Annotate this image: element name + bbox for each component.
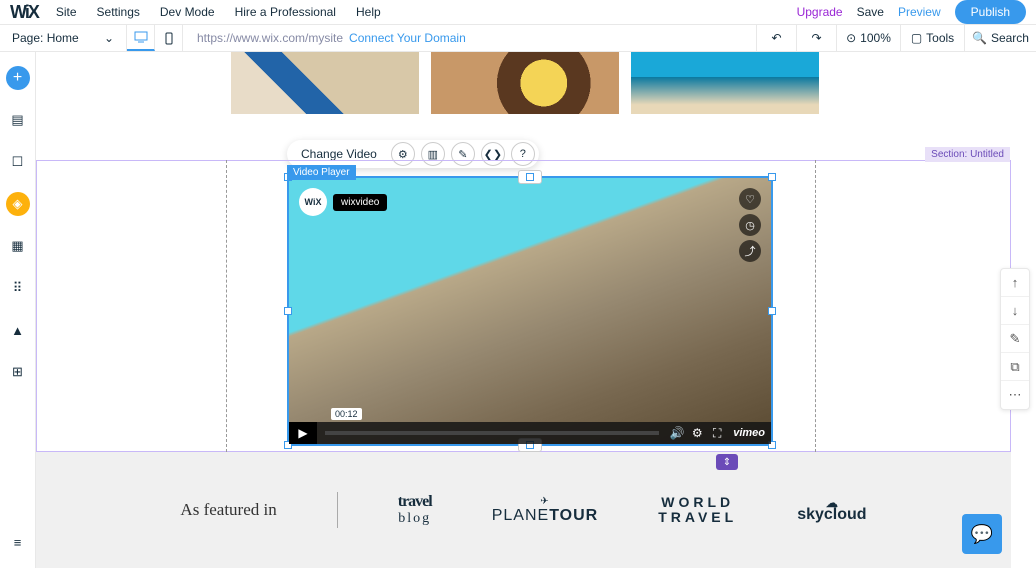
save-button[interactable]: Save <box>857 5 884 19</box>
element-type-label: Video Player <box>287 165 356 180</box>
connect-domain-link[interactable]: Connect Your Domain <box>349 31 466 45</box>
menu-settings[interactable]: Settings <box>87 5 150 19</box>
page-selector[interactable]: Page: Home ⌄ <box>0 25 127 51</box>
wixvideo-badge: wixvideo <box>333 194 387 211</box>
selection-handle[interactable] <box>526 173 534 181</box>
fullscreen-icon[interactable]: ⛶ <box>707 426 727 441</box>
sections-icon[interactable]: ▤ <box>6 108 30 132</box>
like-icon[interactable]: ♡ <box>739 188 761 210</box>
data-icon[interactable]: ⊞ <box>6 360 30 384</box>
apps-icon[interactable]: ▦ <box>6 234 30 258</box>
arrow-down-icon[interactable]: ↓ <box>1001 297 1029 325</box>
brand-logo: ☁skycloud <box>797 496 866 524</box>
tools-button[interactable]: ▢ Tools <box>900 25 964 51</box>
volume-icon[interactable]: 🔊 <box>667 426 687 440</box>
brand-logo: WORLDTRAVEL <box>658 495 737 526</box>
undo-button[interactable]: ↶ <box>756 25 796 51</box>
image-gallery <box>231 52 819 114</box>
brand-logo: ✈PLANETOUR <box>492 496 599 525</box>
video-player-element[interactable]: ⇕ ⇕ WiX wixvideo ♡ ◷ ⤴ 00:12 ▶ 🔊 ⚙ ⛶ vim… <box>287 176 773 446</box>
brand-logo: travelblog <box>398 493 432 527</box>
play-button[interactable]: ▶ <box>289 422 317 444</box>
add-element-button[interactable]: + <box>6 66 30 90</box>
arrow-up-icon[interactable]: ↑ <box>1001 269 1029 297</box>
change-video-button[interactable]: Change Video <box>301 147 385 161</box>
redo-button[interactable]: ↷ <box>796 25 836 51</box>
upgrade-link[interactable]: Upgrade <box>797 5 843 19</box>
featured-section: As featured in travelblog ✈PLANETOUR WOR… <box>36 452 1011 568</box>
preview-button[interactable]: Preview <box>898 5 941 19</box>
search-button[interactable]: 🔍 Search <box>964 25 1036 51</box>
addons-icon[interactable]: ⠿ <box>6 276 30 300</box>
layers-icon[interactable]: ≡ <box>6 530 30 554</box>
gallery-image <box>231 52 419 114</box>
share-icon[interactable]: ⤴ <box>739 240 761 262</box>
wix-logo: WiX <box>10 2 38 23</box>
copy-icon[interactable]: ⧉ <box>1001 353 1029 381</box>
section-drag-handle[interactable]: ⇕ <box>716 454 738 470</box>
selection-handle[interactable] <box>284 307 292 315</box>
selection-handle[interactable] <box>768 173 776 181</box>
divider <box>337 492 338 528</box>
wix-watermark: WiX <box>299 188 327 216</box>
vimeo-logo: vimeo <box>733 427 765 439</box>
publish-button[interactable]: Publish <box>955 0 1026 24</box>
progress-bar[interactable] <box>325 431 659 435</box>
chat-button[interactable]: 💬 <box>962 514 1002 554</box>
section-label[interactable]: Section: Untitled <box>925 147 1010 162</box>
gallery-image <box>431 52 619 114</box>
watch-later-icon[interactable]: ◷ <box>739 214 761 236</box>
more-icon[interactable]: ⋯ <box>1001 381 1029 409</box>
media-icon[interactable]: ▲ <box>6 318 30 342</box>
zoom-control[interactable]: ⊙ 100% <box>836 25 900 51</box>
edit-icon[interactable]: ✎ <box>1001 325 1029 353</box>
mobile-view-button[interactable] <box>155 25 183 51</box>
menu-hire[interactable]: Hire a Professional <box>225 5 346 19</box>
editor-canvas[interactable]: Change Video ⚙ ▥ ✎ ❮❯ ? Section: Untitle… <box>36 52 1036 568</box>
video-timecode: 00:12 <box>331 408 362 420</box>
selection-handle[interactable] <box>768 307 776 315</box>
design-icon[interactable]: ◈ <box>6 192 30 216</box>
video-controls: ▶ 🔊 ⚙ ⛶ vimeo <box>289 422 771 444</box>
gallery-image <box>631 52 819 114</box>
pages-icon[interactable]: ☐ <box>6 150 30 174</box>
settings-icon[interactable]: ⚙ <box>687 426 707 440</box>
desktop-view-button[interactable] <box>127 25 155 51</box>
url-bar: https://www.wix.com/mysiteConnect Your D… <box>183 31 756 45</box>
featured-heading: As featured in <box>180 500 276 520</box>
menu-devmode[interactable]: Dev Mode <box>150 5 225 19</box>
chevron-down-icon: ⌄ <box>104 31 114 45</box>
menu-site[interactable]: Site <box>46 5 87 19</box>
menu-help[interactable]: Help <box>346 5 391 19</box>
right-toolbar: ↑ ↓ ✎ ⧉ ⋯ <box>1000 268 1030 410</box>
